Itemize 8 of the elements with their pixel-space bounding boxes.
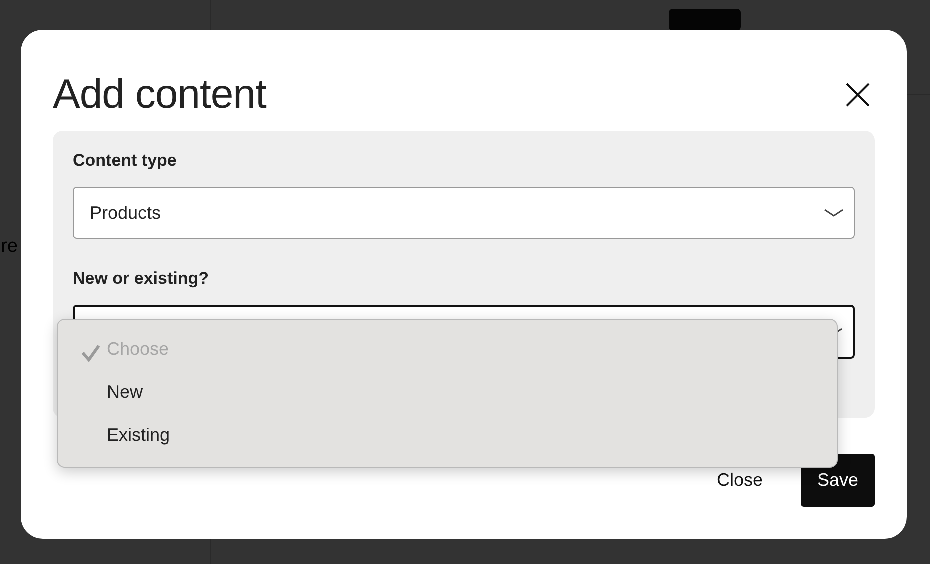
select-field[interactable]: Products: [73, 187, 855, 240]
dialog-title: Add content: [53, 71, 266, 118]
menu-option[interactable]: Existing: [58, 414, 837, 457]
field-label: New or existing?: [73, 269, 210, 290]
field-label: Content type: [73, 151, 178, 172]
menu-option[interactable]: New: [58, 371, 837, 414]
close-button[interactable]: Close: [708, 470, 771, 491]
close-icon[interactable]: [845, 82, 871, 108]
